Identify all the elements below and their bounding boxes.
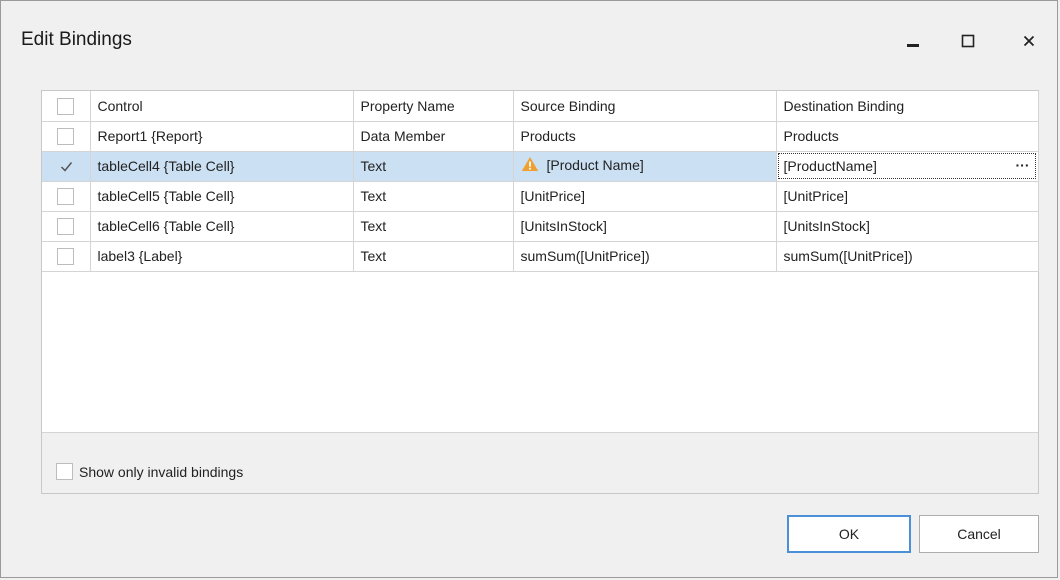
- row-checkbox-cell[interactable]: [42, 181, 91, 212]
- control-cell[interactable]: tableCell6 {Table Cell}: [90, 211, 354, 242]
- row-checkbox[interactable]: [57, 247, 75, 265]
- row-checkbox-cell[interactable]: [42, 241, 91, 272]
- row-checkbox[interactable]: [57, 217, 75, 235]
- table-row[interactable]: Report1 {Report} Data Member Products Pr…: [42, 121, 1039, 152]
- row-checkbox[interactable]: [57, 158, 74, 175]
- column-header-source-binding[interactable]: Source Binding: [513, 91, 777, 122]
- control-cell[interactable]: tableCell5 {Table Cell}: [90, 181, 354, 212]
- maximize-button[interactable]: [952, 27, 984, 55]
- ok-button[interactable]: OK: [787, 515, 911, 553]
- property-cell[interactable]: Data Member: [353, 121, 514, 152]
- checkmark-icon: [61, 161, 73, 172]
- row-checkbox[interactable]: [57, 187, 75, 205]
- close-icon: [1023, 35, 1035, 47]
- warning-icon: [521, 156, 539, 175]
- control-cell[interactable]: label3 {Label}: [90, 241, 354, 272]
- bindings-panel: Control Property Name Source Binding Des…: [41, 90, 1039, 494]
- table-row[interactable]: tableCell6 {Table Cell} Text [UnitsInSto…: [42, 211, 1039, 242]
- show-invalid-label[interactable]: Show only invalid bindings: [79, 464, 243, 480]
- column-header-destination-binding[interactable]: Destination Binding: [776, 91, 1039, 122]
- property-cell[interactable]: Text: [353, 211, 514, 242]
- show-invalid-option[interactable]: Show only invalid bindings: [56, 463, 243, 480]
- column-header-control[interactable]: Control: [90, 91, 354, 122]
- table-row[interactable]: tableCell5 {Table Cell} Text [UnitPrice]…: [42, 181, 1039, 212]
- source-binding-cell[interactable]: [Product Name]: [513, 151, 777, 182]
- minimize-button[interactable]: [897, 27, 929, 55]
- show-invalid-checkbox[interactable]: [56, 463, 73, 480]
- source-binding-text: [Product Name]: [546, 156, 644, 173]
- grid-footer: Show only invalid bindings: [42, 432, 1038, 493]
- close-button[interactable]: [1013, 27, 1045, 55]
- destination-binding-text[interactable]: [ProductName]: [784, 158, 877, 174]
- source-binding-cell[interactable]: sumSum([UnitPrice]): [513, 241, 777, 272]
- maximize-icon: [961, 34, 975, 48]
- destination-binding-cell[interactable]: sumSum([UnitPrice]): [776, 241, 1039, 272]
- ellipsis-button[interactable]: ···: [1016, 157, 1030, 173]
- source-binding-cell[interactable]: Products: [513, 121, 777, 152]
- column-header-property-name[interactable]: Property Name: [353, 91, 514, 122]
- dialog-title: Edit Bindings: [21, 29, 132, 50]
- row-checkbox-cell[interactable]: [42, 121, 91, 152]
- property-cell[interactable]: Text: [353, 151, 514, 182]
- minimize-icon: [907, 44, 919, 47]
- source-binding-cell[interactable]: [UnitPrice]: [513, 181, 777, 212]
- row-checkbox-cell[interactable]: [42, 211, 91, 242]
- bindings-grid: Control Property Name Source Binding Des…: [42, 91, 1039, 272]
- destination-binding-cell[interactable]: [UnitPrice]: [776, 181, 1039, 212]
- grid-header-row: Control Property Name Source Binding Des…: [42, 91, 1039, 122]
- table-row[interactable]: tableCell4 {Table Cell} Text [Product Na…: [42, 151, 1039, 182]
- property-cell[interactable]: Text: [353, 181, 514, 212]
- destination-binding-cell[interactable]: Products: [776, 121, 1039, 152]
- destination-binding-cell[interactable]: [UnitsInStock]: [776, 211, 1039, 242]
- row-checkbox[interactable]: [57, 127, 75, 145]
- control-cell[interactable]: Report1 {Report}: [90, 121, 354, 152]
- select-all-checkbox[interactable]: [57, 97, 75, 115]
- cancel-button[interactable]: Cancel: [919, 515, 1039, 553]
- table-row[interactable]: label3 {Label} Text sumSum([UnitPrice]) …: [42, 241, 1039, 272]
- select-all-cell[interactable]: [42, 91, 91, 122]
- source-binding-cell[interactable]: [UnitsInStock]: [513, 211, 777, 242]
- title-bar: Edit Bindings: [1, 1, 1057, 81]
- control-cell[interactable]: tableCell4 {Table Cell}: [90, 151, 354, 182]
- destination-binding-editor[interactable]: [ProductName] ···: [776, 151, 1039, 182]
- edit-bindings-dialog: Edit Bindings Control Property Name Sour…: [0, 0, 1058, 578]
- property-cell[interactable]: Text: [353, 241, 514, 272]
- row-checkbox-cell[interactable]: [42, 151, 91, 182]
